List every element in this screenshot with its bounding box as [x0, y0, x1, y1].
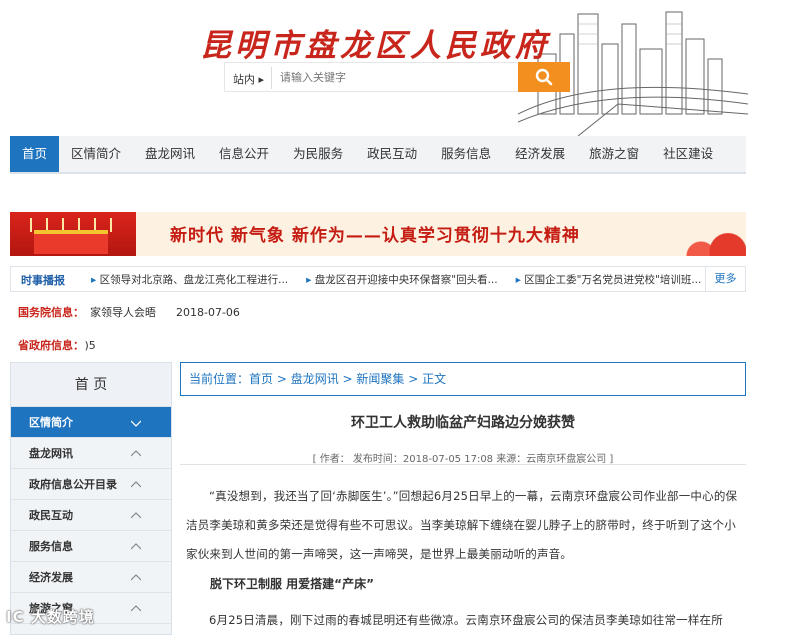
- sidebar-item-label: 经济发展: [29, 571, 73, 584]
- chevron-up-icon: [131, 543, 141, 550]
- site-header: 昆明市盘龙区人民政府 站内 ▸: [0, 0, 800, 136]
- banner-slogan: 新时代 新气象 新作为——认真学习贯彻十九大精神: [170, 226, 580, 246]
- sidebar-title[interactable]: 首 页: [11, 363, 171, 407]
- state-council-headline[interactable]: 家领导人会晤: [90, 306, 156, 319]
- state-council-label: 国务院信息：: [18, 306, 84, 319]
- chevron-up-icon: [131, 481, 141, 488]
- article-paragraph: 6月25日清晨，刚下过雨的春城昆明还有些微凉。云南京环盘宸公司的保洁员李美琼如往…: [209, 613, 723, 627]
- article-area: 当前位置：首页 > 盘龙网讯 > 新闻聚集 > 正文 环卫工人救助临盆产妇路边分…: [180, 362, 746, 635]
- nav-item-interaction[interactable]: 政民互动: [355, 136, 429, 172]
- sidebar-item-overview[interactable]: 区情简介: [11, 407, 171, 438]
- chevron-down-icon: [131, 420, 141, 427]
- nav-item-service-info[interactable]: 服务信息: [429, 136, 503, 172]
- ticker-more-link[interactable]: 更多: [705, 267, 745, 291]
- ticker-item[interactable]: 区国企工委"万名党员进党校"培训班...: [516, 272, 701, 287]
- search-bar: 站内 ▸: [224, 62, 570, 92]
- sidebar-item-panlong-news[interactable]: 盘龙网讯: [11, 438, 171, 469]
- breadcrumb: 当前位置：首页 > 盘龙网讯 > 新闻聚集 > 正文: [180, 362, 746, 396]
- province-label: 省政府信息：: [18, 339, 79, 352]
- nav-item-info-disclosure[interactable]: 信息公开: [207, 136, 281, 172]
- breadcrumb-item-news[interactable]: 盘龙网讯: [291, 372, 339, 386]
- sidebar-item-gov-info[interactable]: 政府信息公开目录: [11, 469, 171, 500]
- state-council-date: 2018-07-06: [176, 306, 240, 319]
- decorative-clouds-image: [686, 212, 746, 256]
- tiananmen-image: [10, 212, 136, 256]
- nav-item-tourism[interactable]: 旅游之窗: [577, 136, 651, 172]
- nav-item-public-service[interactable]: 为民服务: [281, 136, 355, 172]
- watermark-logo: IC 大数跨境: [6, 608, 95, 626]
- divider: [180, 464, 746, 465]
- breadcrumb-item-current: 正文: [422, 372, 447, 386]
- search-input[interactable]: [271, 67, 511, 89]
- breadcrumb-item-home[interactable]: 首页: [249, 372, 273, 386]
- breadcrumb-item-news-focus[interactable]: 新闻聚集: [356, 372, 404, 386]
- chevron-up-icon: [131, 574, 141, 581]
- breadcrumb-prefix: 当前位置：: [189, 372, 250, 386]
- nav-item-home[interactable]: 首页: [10, 136, 60, 172]
- search-button[interactable]: [518, 62, 570, 92]
- sidebar-item-service-info[interactable]: 服务信息: [11, 531, 171, 562]
- main-nav: 首页 区情简介 盘龙网讯 信息公开 为民服务 政民互动 服务信息 经济发展 旅游…: [10, 136, 746, 174]
- province-headline[interactable]: )5: [85, 339, 96, 352]
- sidebar-item-interaction[interactable]: 政民互动: [11, 500, 171, 531]
- site-title: 昆明市盘龙区人民政府: [200, 28, 550, 64]
- search-scope-dropdown[interactable]: 站内 ▸: [233, 71, 264, 87]
- ticker-item[interactable]: 区领导对北京路、盘龙江亮化工程进行...: [91, 272, 289, 287]
- sidebar-item-label: 区情简介: [29, 416, 73, 429]
- search-icon: [535, 68, 553, 86]
- article-paragraph: “真没想到，我还当了回‘赤脚医生’。”回想起6月25日早上的一幕，云南京环盘宸公…: [186, 489, 738, 561]
- sidebar-item-economy[interactable]: 经济发展: [11, 562, 171, 593]
- chevron-up-icon: [131, 512, 141, 519]
- slogan-banner[interactable]: 新时代 新气象 新作为——认真学习贯彻十九大精神: [10, 212, 746, 256]
- ticker-item[interactable]: 盘龙区召开迎接中央环保督察"回头看...: [306, 272, 498, 287]
- sidebar: 首 页 区情简介 盘龙网讯 政府信息公开目录 政民互动 服务信息 经济发展 旅游…: [10, 362, 172, 635]
- state-council-info-row: 国务院信息： 家领导人会晤 2018-07-06: [10, 302, 746, 324]
- article-subheading: 脱下环卫制服 用爱搭建“产床”: [210, 577, 374, 591]
- province-info-row: 省政府信息： )5: [10, 335, 746, 357]
- nav-item-panlong-news[interactable]: 盘龙网讯: [133, 136, 207, 172]
- sidebar-item-label: 政民互动: [29, 509, 73, 522]
- nav-item-economy[interactable]: 经济发展: [503, 136, 577, 172]
- news-ticker: 时事播报 区领导对北京路、盘龙江亮化工程进行... 盘龙区召开迎接中央环保督察"…: [10, 266, 746, 292]
- sidebar-item-label: 服务信息: [29, 540, 73, 553]
- nav-item-community[interactable]: 社区建设: [651, 136, 725, 172]
- chevron-up-icon: [131, 605, 141, 612]
- nav-item-overview[interactable]: 区情简介: [59, 136, 133, 172]
- ticker-label: 时事播报: [21, 274, 65, 287]
- chevron-up-icon: [131, 450, 141, 457]
- article-title: 环卫工人救助临盆产妇路边分娩获赞: [351, 415, 575, 431]
- article-meta: [ 作者： 发布时间：2018-07-05 17:08 来源：云南京环盘宸公司 …: [312, 454, 614, 465]
- sidebar-item-label: 盘龙网讯: [29, 447, 73, 460]
- sidebar-item-label: 政府信息公开目录: [29, 478, 117, 491]
